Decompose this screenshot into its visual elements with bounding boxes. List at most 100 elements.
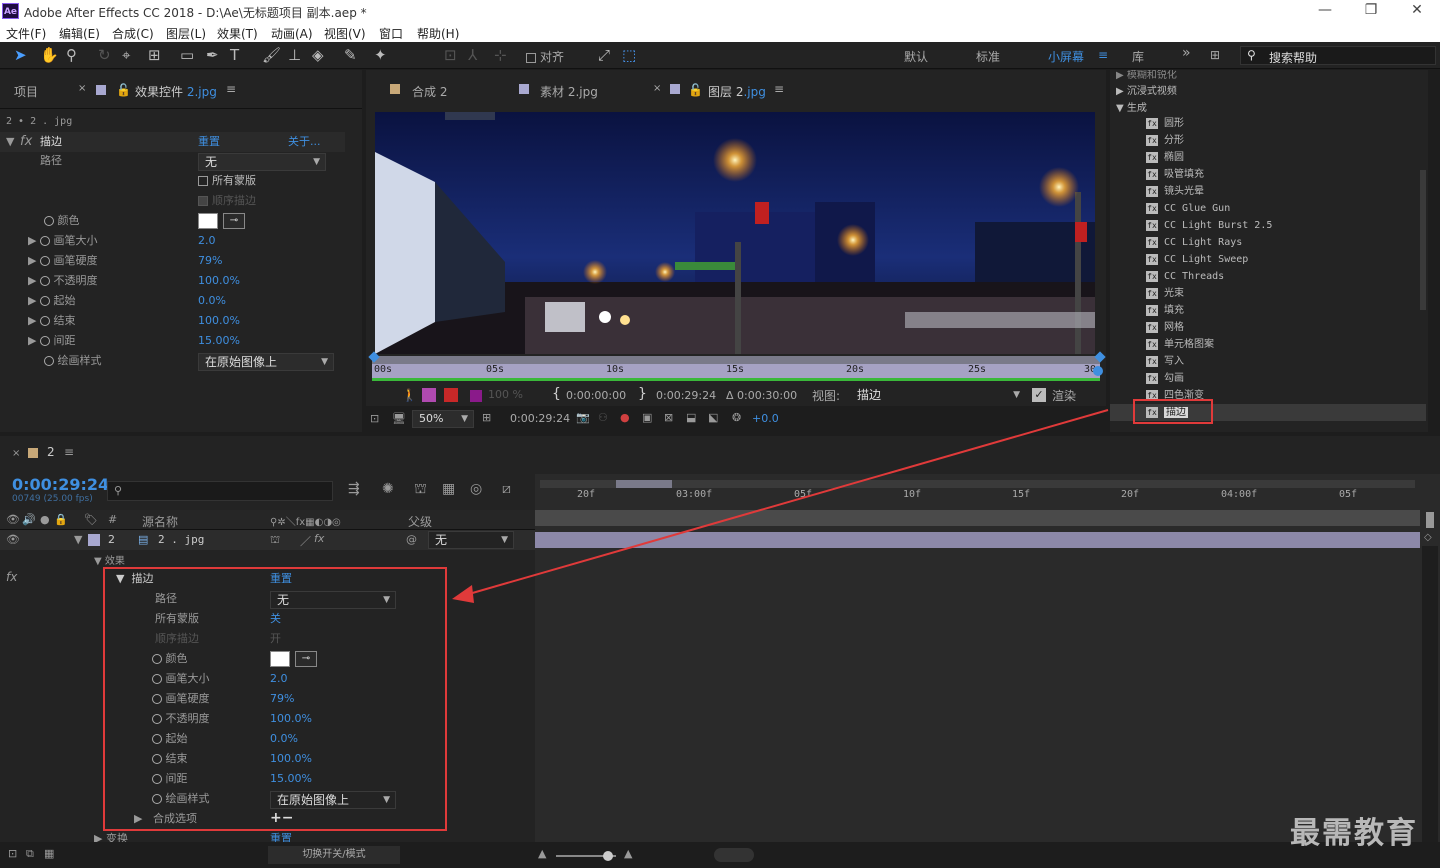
effect-item[interactable]: fx 镜头光晕 xyxy=(1146,183,1204,200)
transfer-controls-icon[interactable]: ▦ xyxy=(44,847,54,860)
menu-view[interactable]: 视图(V) xyxy=(324,25,366,42)
brush-hardness-value[interactable]: 79% xyxy=(198,251,222,271)
menu-edit[interactable]: 编辑(E) xyxy=(59,25,100,42)
channel-icon[interactable]: ● xyxy=(620,411,630,424)
work-area-bar[interactable] xyxy=(535,510,1420,526)
graph-editor-icon[interactable]: ⧄ xyxy=(502,481,511,497)
switches-header-icon[interactable]: ⚲✲＼fx▦◐◑◎ xyxy=(270,513,341,528)
zoom-slider-handle[interactable] xyxy=(603,851,613,861)
flowchart-icon[interactable]: ⬕ xyxy=(708,411,718,424)
clone-stamp-tool-icon[interactable]: ⊥ xyxy=(288,46,301,64)
preview-image[interactable] xyxy=(375,112,1095,354)
spacing-value[interactable]: 15.00% xyxy=(198,331,240,351)
parent-dropdown[interactable]: 无 ▼ xyxy=(428,531,514,549)
stopwatch-icon[interactable] xyxy=(44,216,54,226)
vertical-scroll[interactable] xyxy=(1422,546,1438,846)
local-axis-icon[interactable]: ⊡ xyxy=(444,46,457,64)
workspace-library[interactable]: 库 xyxy=(1132,48,1144,65)
layer-name[interactable]: 2 . jpg xyxy=(158,533,204,546)
expand-arrow-icon[interactable]: ▶ xyxy=(28,234,36,247)
tl-scrollbar[interactable] xyxy=(1426,512,1434,528)
effect-item[interactable]: fx 分形 xyxy=(1146,132,1184,149)
workspace-small-screen[interactable]: 小屏幕 xyxy=(1048,48,1084,65)
menu-help[interactable]: 帮助(H) xyxy=(417,25,459,42)
effect-item[interactable]: fx 网格 xyxy=(1146,319,1184,336)
playhead-icon[interactable] xyxy=(1093,366,1103,376)
expand-arrow-icon[interactable]: ▶ xyxy=(28,314,36,327)
set-out-icon[interactable]: } xyxy=(638,386,647,402)
zoom-dropdown[interactable]: 50% ▼ xyxy=(412,410,474,428)
parent-header[interactable]: 父级 xyxy=(408,513,432,530)
navigator-range[interactable] xyxy=(616,480,672,488)
effect-item[interactable]: fx CC Light Sweep xyxy=(1146,251,1248,268)
tab-composition[interactable]: 合成 2 xyxy=(412,83,447,100)
expand-arrow-icon[interactable]: ▶ xyxy=(28,274,36,287)
lock-icon[interactable]: 🔓 xyxy=(688,83,703,97)
expand-arrow-icon[interactable]: ▶ xyxy=(28,254,36,267)
render-checkbox-icon[interactable]: ✓ xyxy=(1032,388,1046,402)
minimize-icon[interactable]: — xyxy=(1302,2,1348,18)
effect-item[interactable]: fx 写入 xyxy=(1146,353,1184,370)
menu-file[interactable]: 文件(F) xyxy=(6,25,46,42)
stopwatch-icon[interactable] xyxy=(39,316,50,326)
frame-blending-icon[interactable]: ▦ xyxy=(442,481,455,497)
safe-zones-icon[interactable]: ⊞ xyxy=(482,411,491,424)
puppet-tool-icon[interactable]: ✦ xyxy=(374,46,387,64)
keyframe-nav-icon[interactable]: ◇ xyxy=(1424,532,1432,543)
expand-arrow-icon[interactable]: ▶ xyxy=(28,334,36,347)
sync-settings-icon[interactable]: ⊞ xyxy=(1210,48,1220,62)
rectangle-tool-icon[interactable]: ▭ xyxy=(180,46,194,64)
roto-icon[interactable] xyxy=(444,388,458,402)
workspace-menu-icon[interactable]: ≡ xyxy=(1098,48,1108,62)
always-preview-icon[interactable]: ⊡ xyxy=(370,412,379,425)
type-tool-icon[interactable]: T xyxy=(230,46,239,64)
current-timecode[interactable]: 0:00:29:24 xyxy=(12,475,109,494)
exposure-value[interactable]: +0.0 xyxy=(752,412,779,425)
tl-ruler[interactable] xyxy=(540,488,1420,506)
shy-icon[interactable]: ⛫ xyxy=(270,533,280,548)
layer-search-input[interactable]: ⚲ xyxy=(107,481,333,501)
source-name-header[interactable]: 源名称 xyxy=(142,513,178,530)
stopwatch-icon[interactable] xyxy=(44,356,54,366)
transparency-grid-icon[interactable]: ⊠ xyxy=(664,411,673,424)
scrollbar[interactable] xyxy=(1420,170,1426,310)
video-switch-icon[interactable]: 👁 xyxy=(6,513,20,526)
effect-item[interactable]: fx 单元格图案 xyxy=(1146,336,1214,353)
category-generate[interactable]: ▼ 生成 xyxy=(1116,99,1147,114)
menu-effect[interactable]: 效果(T) xyxy=(217,25,258,42)
pan-behind-tool-icon[interactable]: ⊞ xyxy=(148,46,161,64)
in-time[interactable]: 0:00:00:00 xyxy=(566,389,626,402)
color-label-icon[interactable] xyxy=(88,534,100,546)
menu-animation[interactable]: 动画(A) xyxy=(271,25,313,42)
menu-composition[interactable]: 合成(C) xyxy=(112,25,154,42)
stopwatch-icon[interactable] xyxy=(39,276,50,286)
snapshot-icon[interactable]: 📷 xyxy=(576,411,590,424)
snap-toggle[interactable]: 对齐 xyxy=(526,48,564,65)
category-partial[interactable]: ▶ 模糊和锐化 xyxy=(1116,70,1177,81)
effect-item[interactable]: fx CC Light Rays xyxy=(1146,234,1242,251)
brush-size-value[interactable]: 2.0 xyxy=(198,231,216,251)
onion-skin-icon[interactable] xyxy=(422,388,436,402)
effect-item[interactable]: fx CC Threads xyxy=(1146,268,1224,285)
view-dropdown[interactable]: 描边 ▼ xyxy=(850,386,1026,404)
motion-path-icon[interactable]: 🚶 xyxy=(402,388,417,402)
effect-item[interactable]: fx CC Glue Gun xyxy=(1146,200,1230,217)
motion-blur-icon[interactable]: ◎ xyxy=(470,481,482,497)
end-value[interactable]: 100.0% xyxy=(198,311,240,331)
toggle-switches-modes[interactable]: 切换开关/模式 xyxy=(268,846,400,864)
start-value[interactable]: 0.0% xyxy=(198,291,226,311)
expand-arrow-icon[interactable]: ▼ xyxy=(6,132,14,152)
panel-menu-icon[interactable]: ≡ xyxy=(226,82,236,96)
effect-item[interactable]: fx 圆形 xyxy=(1146,115,1184,132)
search-input[interactable]: 搜索帮助 xyxy=(1269,49,1317,66)
comp-mini-flowchart-icon[interactable]: ⇶ xyxy=(348,481,360,497)
hand-tool-icon[interactable]: ✋ xyxy=(40,46,59,64)
snap-target-icon[interactable]: ⬚ xyxy=(622,46,636,64)
brush-tool-icon[interactable]: 🖌 xyxy=(262,46,281,64)
effect-item[interactable]: fx 椭圆 xyxy=(1146,149,1184,166)
alpha-color-icon[interactable] xyxy=(470,390,482,402)
pickwhip-icon[interactable]: @ xyxy=(406,533,417,546)
close-tab-icon[interactable]: × xyxy=(78,83,86,94)
effect-item[interactable]: fx 光束 xyxy=(1146,285,1184,302)
eraser-tool-icon[interactable]: ◈ xyxy=(312,46,324,64)
